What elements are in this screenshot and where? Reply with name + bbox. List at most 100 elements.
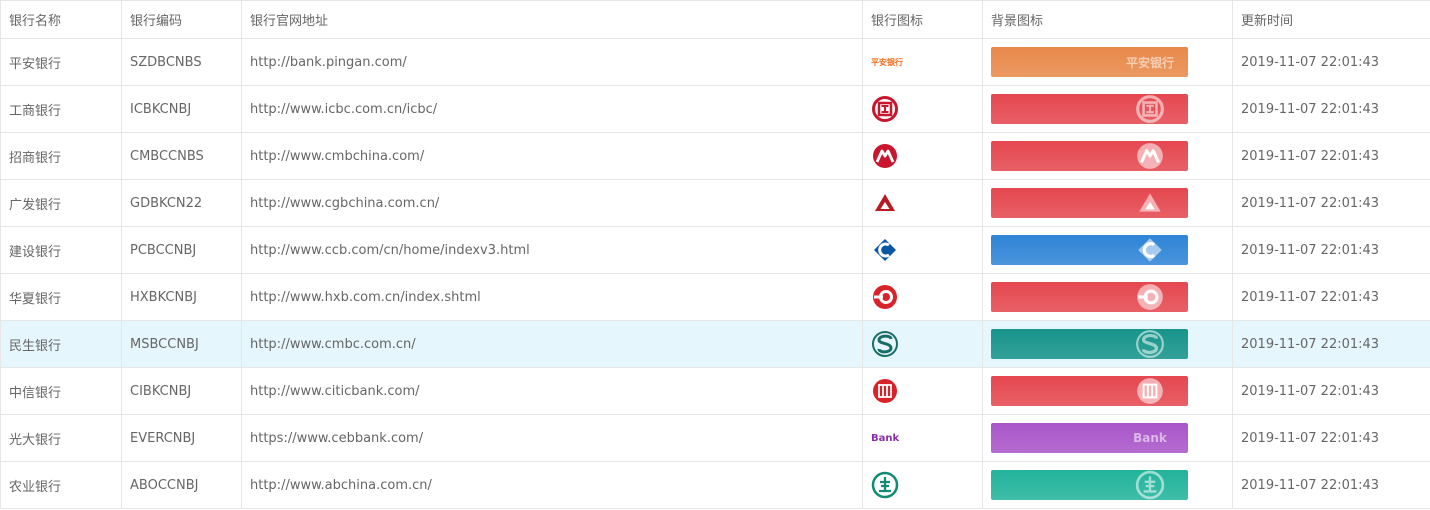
table-row[interactable]: 建设银行 PCBCCNBJ http://www.ccb.com/cn/home… xyxy=(0,226,1430,274)
update-time-cell: 2019-11-07 22:01:43 xyxy=(1232,320,1430,368)
bank-url-cell: http://www.hxb.com.cn/index.shtml xyxy=(241,273,863,321)
bank-name-cell: 建设银行 xyxy=(0,226,122,274)
bank-url: http://www.citicbank.com/ xyxy=(250,383,420,399)
bank-code: PCBCCNBJ xyxy=(130,242,197,258)
table-row[interactable]: 华夏银行 HXBKCNBJ http://www.hxb.com.cn/inde… xyxy=(0,273,1430,321)
update-time: 2019-11-07 22:01:43 xyxy=(1241,148,1380,164)
bank-icon-cell xyxy=(862,226,983,274)
update-time: 2019-11-07 22:01:43 xyxy=(1241,383,1380,399)
column-header-bank-code[interactable]: 银行编码 xyxy=(121,0,242,39)
bank-code: EVERCNBJ xyxy=(130,430,196,446)
hxb-logo-watermark-icon xyxy=(1137,284,1163,310)
table-row[interactable]: 工商银行 ICBKCNBJ http://www.icbc.com.cn/icb… xyxy=(0,85,1430,133)
column-header-bank-icon[interactable]: 银行图标 xyxy=(862,0,983,39)
abc-logo-icon xyxy=(871,471,899,499)
bank-icon-cell xyxy=(862,85,983,133)
bank-code-cell: GDBKCN22 xyxy=(121,179,242,227)
column-header-bank-name[interactable]: 银行名称 xyxy=(0,0,122,39)
bank-url: http://www.hxb.com.cn/index.shtml xyxy=(250,289,481,305)
cmbc-logo-icon xyxy=(872,331,898,357)
update-time-cell: 2019-11-07 22:01:43 xyxy=(1232,367,1430,415)
update-time-cell: 2019-11-07 22:01:43 xyxy=(1232,461,1430,509)
icbc-logo-watermark-icon xyxy=(1136,95,1164,123)
table-row[interactable]: 光大银行 EVERCNBJ https://www.cebbank.com/ B… xyxy=(0,414,1430,462)
bank-background-bar xyxy=(991,188,1188,218)
bank-code: CIBKCNBJ xyxy=(130,383,192,399)
bank-name: 建设银行 xyxy=(9,244,62,260)
table-row[interactable]: 中信银行 CIBKCNBJ http://www.citicbank.com/ … xyxy=(0,367,1430,415)
bank-code: ABOCCNBJ xyxy=(130,477,199,493)
bank-icon-cell xyxy=(862,273,983,321)
bank-code-cell: ABOCCNBJ xyxy=(121,461,242,509)
bank-code: CMBCCNBS xyxy=(130,148,204,164)
table-row[interactable]: 民生银行 MSBCCNBJ http://www.cmbc.com.cn/ 20… xyxy=(0,320,1430,368)
bank-table: 银行名称 银行编码 银行官网地址 银行图标 背景图标 更新时间 平安银行 SZD… xyxy=(0,0,1430,509)
ccb-logo-watermark-icon xyxy=(1138,238,1162,262)
column-header-bank-url[interactable]: 银行官网地址 xyxy=(241,0,863,39)
bg-icon-cell xyxy=(982,320,1233,368)
update-time-cell: 2019-11-07 22:01:43 xyxy=(1232,38,1430,86)
update-time: 2019-11-07 22:01:43 xyxy=(1241,54,1380,70)
abc-logo-watermark-icon xyxy=(1135,470,1165,500)
bg-icon-cell: 平安银行 xyxy=(982,38,1233,86)
column-header-update-time[interactable]: 更新时间 xyxy=(1232,0,1430,39)
bg-icon-cell xyxy=(982,273,1233,321)
ccb-logo-icon xyxy=(874,239,896,261)
bank-name: 广发银行 xyxy=(9,197,62,213)
bank-url-cell: http://www.cgbchina.com.cn/ xyxy=(241,179,863,227)
table-row[interactable]: 农业银行 ABOCCNBJ http://www.abchina.com.cn/… xyxy=(0,461,1430,509)
bg-icon-cell xyxy=(982,132,1233,180)
bank-name-cell: 光大银行 xyxy=(0,414,122,462)
bank-url-cell: http://www.abchina.com.cn/ xyxy=(241,461,863,509)
bg-icon-cell xyxy=(982,226,1233,274)
table-row[interactable]: 平安银行 SZDBCNBS http://bank.pingan.com/ 平安… xyxy=(0,38,1430,86)
bank-name: 农业银行 xyxy=(9,479,62,495)
table-row[interactable]: 招商银行 CMBCCNBS http://www.cmbchina.com/ 2… xyxy=(0,132,1430,180)
update-time-cell: 2019-11-07 22:01:43 xyxy=(1232,414,1430,462)
bank-code-cell: CIBKCNBJ xyxy=(121,367,242,415)
bank-url: http://www.abchina.com.cn/ xyxy=(250,477,432,493)
icbc-logo-icon xyxy=(872,96,898,122)
update-time: 2019-11-07 22:01:43 xyxy=(1241,101,1380,117)
bank-name-cell: 华夏银行 xyxy=(0,273,122,321)
update-time-cell: 2019-11-07 22:01:43 xyxy=(1232,226,1430,274)
bank-url-cell: http://www.citicbank.com/ xyxy=(241,367,863,415)
bank-name-cell: 工商银行 xyxy=(0,85,122,133)
bank-background-bar xyxy=(991,470,1188,500)
bank-url: http://www.cmbc.com.cn/ xyxy=(250,336,416,352)
bg-icon-cell: Bank xyxy=(982,414,1233,462)
update-time-cell: 2019-11-07 22:01:43 xyxy=(1232,179,1430,227)
bank-name: 中信银行 xyxy=(9,385,62,401)
bank-background-bar xyxy=(991,376,1188,406)
bank-icon-cell xyxy=(862,179,983,227)
bank-icon-cell xyxy=(862,461,983,509)
bank-url: http://bank.pingan.com/ xyxy=(250,54,407,70)
ceb-logo-icon: Bank xyxy=(871,432,900,444)
citic-logo-icon xyxy=(873,379,897,403)
pingan-logo-icon: 平安银行 xyxy=(871,57,903,67)
update-time: 2019-11-07 22:01:43 xyxy=(1241,477,1380,493)
bank-background-bar xyxy=(991,141,1188,171)
bank-code-cell: CMBCCNBS xyxy=(121,132,242,180)
column-header-bg-icon[interactable]: 背景图标 xyxy=(982,0,1233,39)
bank-code-cell: EVERCNBJ xyxy=(121,414,242,462)
citic-logo-watermark-icon xyxy=(1137,378,1163,404)
bank-name-cell: 农业银行 xyxy=(0,461,122,509)
bank-code: SZDBCNBS xyxy=(130,54,202,70)
bg-icon-cell xyxy=(982,179,1233,227)
bank-url: http://www.ccb.com/cn/home/indexv3.html xyxy=(250,242,530,258)
bg-icon-cell xyxy=(982,461,1233,509)
bank-background-bar xyxy=(991,94,1188,124)
table-row[interactable]: 广发银行 GDBKCN22 http://www.cgbchina.com.cn… xyxy=(0,179,1430,227)
bank-name: 民生银行 xyxy=(9,338,62,354)
ceb-logo-watermark-icon: Bank xyxy=(1133,431,1167,445)
update-time: 2019-11-07 22:01:43 xyxy=(1241,195,1380,211)
update-time: 2019-11-07 22:01:43 xyxy=(1241,242,1380,258)
cgb-logo-watermark-icon xyxy=(1139,193,1161,212)
bank-name: 工商银行 xyxy=(9,103,62,119)
bank-name-cell: 中信银行 xyxy=(0,367,122,415)
update-time: 2019-11-07 22:01:43 xyxy=(1241,430,1380,446)
bank-url-cell: http://www.ccb.com/cn/home/indexv3.html xyxy=(241,226,863,274)
bank-name-cell: 平安银行 xyxy=(0,38,122,86)
pingan-logo-watermark-icon: 平安银行 xyxy=(1126,55,1175,70)
